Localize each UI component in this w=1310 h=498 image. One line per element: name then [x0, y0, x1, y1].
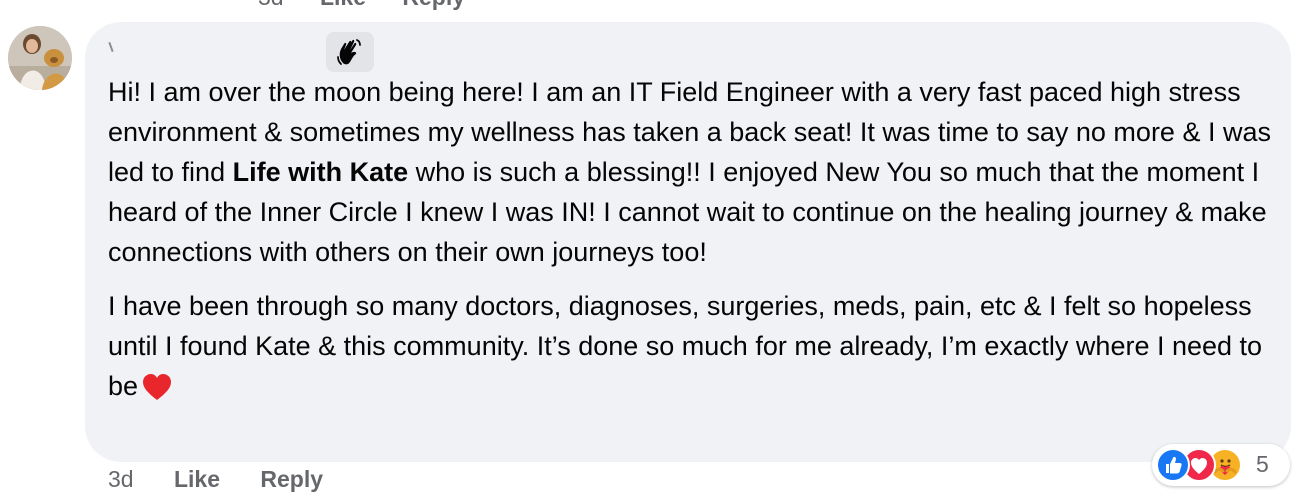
comment-timestamp[interactable]: 3d — [108, 466, 134, 492]
comment-body: Hi! I am over the moon being here! I am … — [108, 72, 1278, 412]
like-button[interactable]: Like — [174, 466, 220, 492]
comment-paragraph-1: Hi! I am over the moon being here! I am … — [108, 77, 1271, 267]
reactions-summary[interactable]: 5 — [1152, 444, 1290, 486]
reply-button[interactable]: Reply — [260, 466, 323, 492]
user-avatar-photo — [8, 26, 72, 90]
previous-like-button[interactable]: Like — [320, 0, 366, 10]
mention-link[interactable]: Life with Kate — [233, 157, 409, 187]
like-icon — [1156, 448, 1190, 482]
participant-badge[interactable] — [326, 32, 374, 72]
previous-comment-timestamp: 3d — [258, 0, 284, 10]
previous-comment-actions: 3d Like Reply — [258, 0, 495, 11]
previous-reply-button[interactable]: Reply — [402, 0, 465, 10]
red-heart-emoji — [142, 372, 172, 412]
wave-hand-icon — [337, 39, 361, 65]
comment-actions: 3d Like Reply — [108, 466, 357, 493]
avatar[interactable] — [8, 26, 72, 90]
comment-paragraph-2: I have been through so many doctors, dia… — [108, 286, 1278, 412]
reaction-count: 5 — [1256, 451, 1269, 477]
